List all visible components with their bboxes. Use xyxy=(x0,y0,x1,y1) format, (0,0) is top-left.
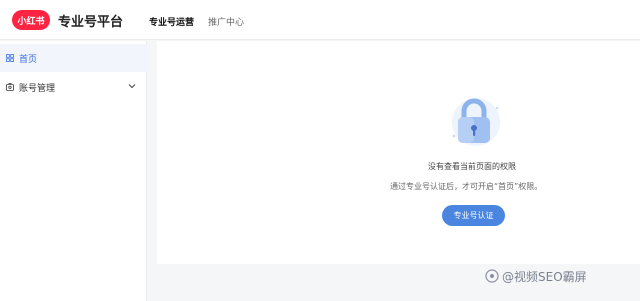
top-bar: 小红书 专业号平台 专业号运营 推广中心 xyxy=(0,0,640,40)
watermark-text: @视频SEO霸屏 xyxy=(502,270,587,284)
watermark-logo-icon xyxy=(485,269,499,283)
grid-icon xyxy=(6,54,14,62)
account-icon xyxy=(6,83,14,91)
brand-logo[interactable]: 小红书 xyxy=(12,10,50,30)
tab-promotion-center[interactable]: 推广中心 xyxy=(208,15,244,28)
no-permission-message: 没有查看当前页面的权限 xyxy=(428,162,516,171)
professional-certification-button[interactable]: 专业号认证 xyxy=(442,205,505,226)
chevron-down-icon[interactable] xyxy=(128,82,136,90)
sidebar-item-home[interactable]: 首页 xyxy=(0,44,147,72)
lock-icon xyxy=(452,98,500,146)
platform-title: 专业号平台 xyxy=(58,15,124,30)
sidebar-item-label: 首页 xyxy=(19,54,38,65)
tab-professional-operation[interactable]: 专业号运营 xyxy=(149,15,194,28)
sidebar-item-account-management[interactable]: 账号管理 xyxy=(0,73,147,101)
content-panel xyxy=(157,41,640,264)
sidebar: 首页 账号管理 xyxy=(0,41,147,301)
sidebar-item-label: 账号管理 xyxy=(19,83,56,94)
permission-hint: 通过专业号认证后，才可开启“首页”权限。 xyxy=(390,182,543,191)
